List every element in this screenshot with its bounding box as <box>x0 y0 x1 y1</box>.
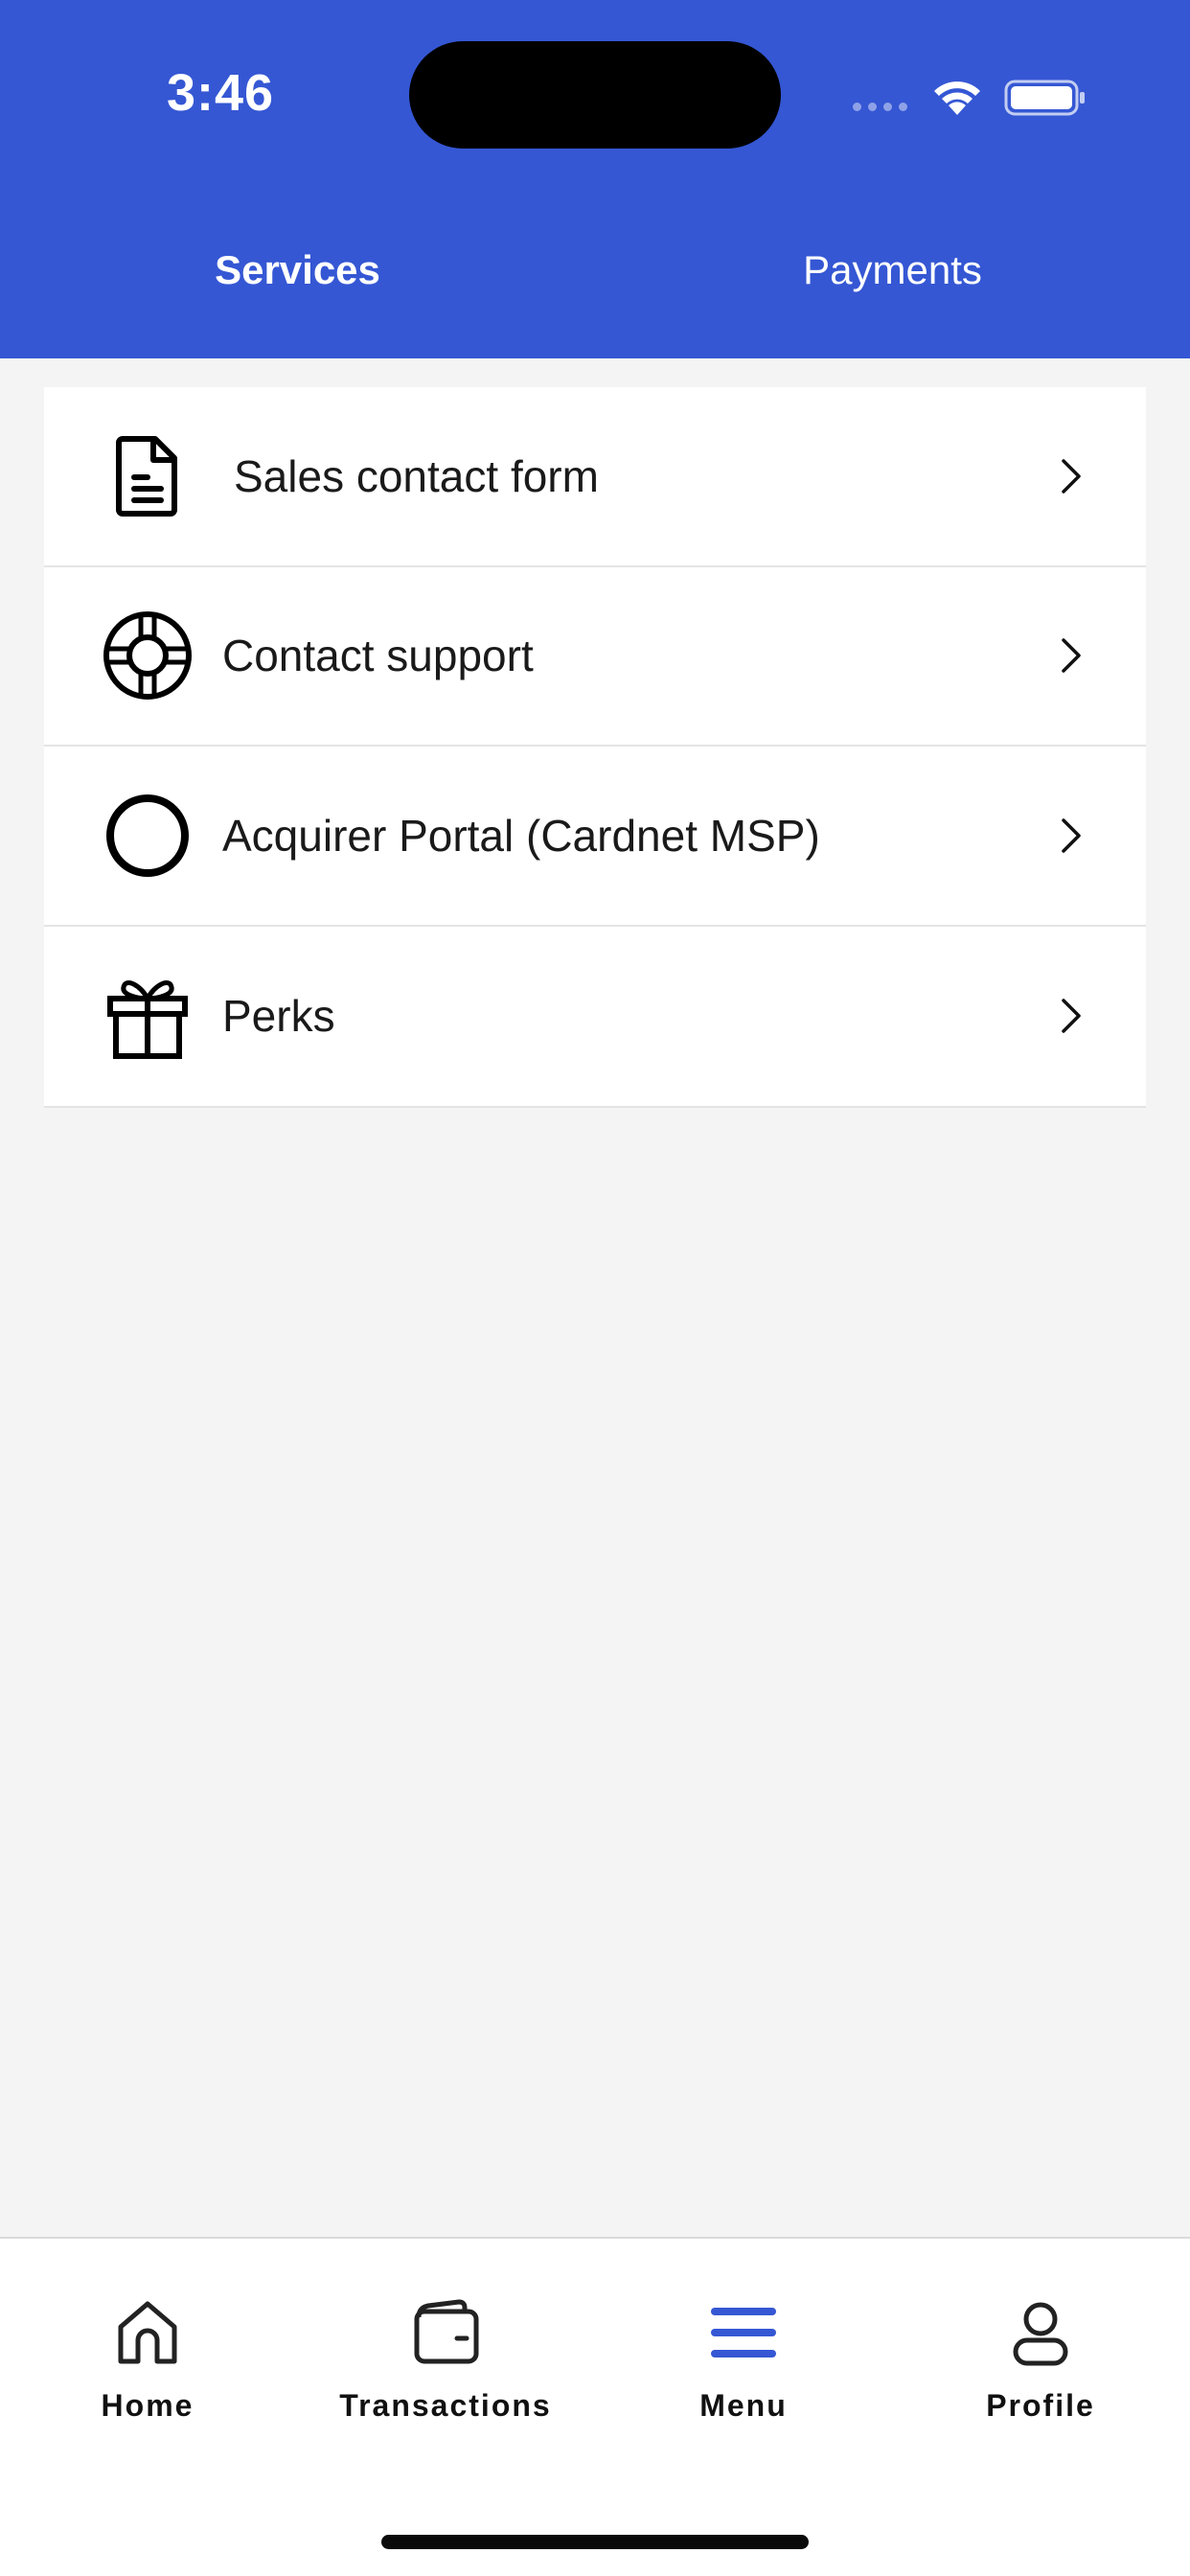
wifi-icon <box>934 81 980 115</box>
lifebuoy-icon <box>102 610 194 702</box>
status-bar-time: 3:46 <box>166 64 275 122</box>
services-list: Sales contact form Contact support Acqui… <box>44 387 1146 1108</box>
list-item-label: Perks <box>222 991 335 1042</box>
nav-label: Home <box>101 2388 195 2423</box>
list-item-label: Contact support <box>222 631 534 681</box>
wallet-icon <box>414 2299 479 2364</box>
nav-profile[interactable]: Profile <box>916 2296 1165 2424</box>
nav-label: Transactions <box>339 2388 552 2423</box>
document-icon <box>102 430 194 522</box>
top-tabs: Services Payments <box>0 230 1190 310</box>
list-item-label: Acquirer Portal (Cardnet MSP) <box>222 810 820 861</box>
bottom-tab-bar: Home Transactions Menu Profile <box>0 2237 1190 2576</box>
gift-icon <box>102 970 194 1062</box>
nav-transactions[interactable]: Transactions <box>321 2296 570 2424</box>
list-item-label: Sales contact form <box>234 450 599 501</box>
list-item-acquirer-portal[interactable]: Acquirer Portal (Cardnet MSP) <box>44 747 1146 927</box>
chevron-right-icon <box>1062 638 1081 673</box>
cellular-signal-icon <box>853 103 907 111</box>
home-indicator[interactable] <box>381 2535 809 2549</box>
services-screen: 3:46 Services Payments Sales contact for… <box>0 0 1190 2576</box>
home-icon <box>118 2301 177 2364</box>
nav-label: Profile <box>986 2388 1095 2423</box>
battery-icon <box>1004 80 1085 116</box>
nav-label: Menu <box>699 2388 788 2423</box>
tab-services[interactable]: Services <box>0 230 595 310</box>
app-header: 3:46 Services Payments <box>0 0 1190 358</box>
chevron-right-icon <box>1062 999 1081 1033</box>
dynamic-island <box>409 41 781 149</box>
list-item-contact-support[interactable]: Contact support <box>44 566 1146 747</box>
profile-icon <box>1013 2302 1068 2366</box>
tab-payments[interactable]: Payments <box>595 230 1190 310</box>
nav-menu[interactable]: Menu <box>619 2296 868 2424</box>
menu-icon <box>711 2308 776 2358</box>
list-item-sales-contact-form[interactable]: Sales contact form <box>44 387 1146 567</box>
circle-icon <box>102 790 194 882</box>
chevron-right-icon <box>1062 459 1081 494</box>
nav-home[interactable]: Home <box>23 2296 272 2424</box>
list-item-perks[interactable]: Perks <box>44 926 1146 1106</box>
chevron-right-icon <box>1062 818 1081 853</box>
